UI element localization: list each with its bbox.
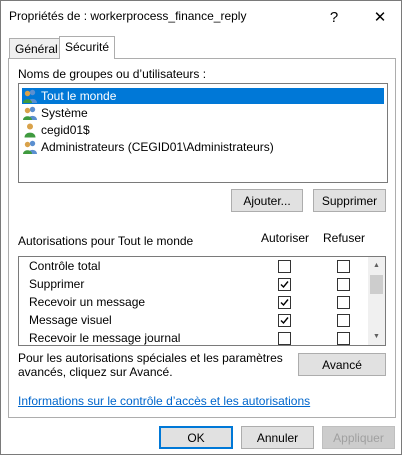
permission-name: Recevoir le message journal [29,331,181,345]
permission-name: Supprimer [29,277,85,291]
deny-checkbox[interactable] [337,278,350,291]
permissions-scrollbar[interactable]: ▲ ▼ [368,257,385,345]
advanced-button[interactable]: Avancé [298,353,386,376]
permission-row: Recevoir le message journal [19,329,368,345]
permissions-list[interactable]: Contrôle total Supprimer Recevoir un mes… [18,256,386,346]
add-button[interactable]: Ajouter... [231,189,303,212]
permission-row: Supprimer [19,275,368,293]
list-item-administrateurs[interactable]: Administrateurs (CEGID01\Administrateurs… [22,139,276,155]
permission-row: Message visuel [19,311,368,329]
permissions-label: Autorisations pour Tout le monde [18,234,194,248]
deny-checkbox[interactable] [337,260,350,273]
list-item-label: cegid01$ [41,123,90,137]
list-item-label: Administrateurs (CEGID01\Administrateurs… [41,140,274,154]
permission-name: Recevoir un message [29,295,146,309]
allow-checkbox[interactable] [278,332,291,345]
allow-checkbox[interactable] [278,278,291,291]
permission-name: Contrôle total [29,259,101,273]
permission-name: Message visuel [29,313,112,327]
advanced-help-text-line2: avancés, cliquez sur Avancé. [18,365,173,379]
advanced-help-text-line1: Pour les autorisations spéciales et les … [18,351,283,365]
user-group-icon [22,88,38,104]
scrollbar-thumb[interactable] [370,275,383,294]
checkmark-icon [280,299,289,307]
users-listbox[interactable]: Tout le monde Système cegid01$ Administr… [18,83,388,183]
ok-button[interactable]: OK [159,426,233,449]
window-title: Propriétés de : workerprocess_finance_re… [9,9,247,23]
permission-row: Recevoir un message [19,293,368,311]
groups-label: Noms de groupes ou d’utilisateurs : [18,67,207,81]
close-button[interactable]: ✕ [367,5,393,29]
deny-checkbox[interactable] [337,314,350,327]
user-icon [22,122,38,138]
user-group-icon [22,139,38,155]
list-item-label: Système [41,106,88,120]
permission-row: Contrôle total [19,257,368,275]
scroll-up-icon[interactable]: ▲ [368,257,385,274]
title-bar: Propriétés de : workerprocess_finance_re… [1,1,401,32]
cancel-button[interactable]: Annuler [241,426,314,449]
remove-button[interactable]: Supprimer [313,189,386,212]
help-icon: ? [329,8,339,26]
allow-header: Autoriser [261,231,310,245]
access-control-info-link[interactable]: Informations sur le contrôle d’accès et … [18,394,310,408]
tab-general[interactable]: Général [9,38,64,59]
list-item-tout-le-monde[interactable]: Tout le monde [22,88,384,104]
list-item-systeme[interactable]: Système [22,105,90,121]
list-item-label: Tout le monde [41,89,117,103]
checkmark-icon [280,317,289,325]
deny-checkbox[interactable] [337,332,350,345]
help-button[interactable]: ? [321,5,347,29]
list-item-cegid01[interactable]: cegid01$ [22,122,92,138]
scroll-down-icon[interactable]: ▼ [368,328,385,345]
deny-checkbox[interactable] [337,296,350,309]
checkmark-icon [280,281,289,289]
properties-dialog: Propriétés de : workerprocess_finance_re… [0,0,402,455]
allow-checkbox[interactable] [278,260,291,273]
tab-security[interactable]: Sécurité [59,36,116,59]
deny-header: Refuser [323,231,366,245]
close-icon: ✕ [373,9,387,26]
user-group-icon [22,105,38,121]
apply-button[interactable]: Appliquer [322,426,395,449]
allow-checkbox[interactable] [278,314,291,327]
allow-checkbox[interactable] [278,296,291,309]
